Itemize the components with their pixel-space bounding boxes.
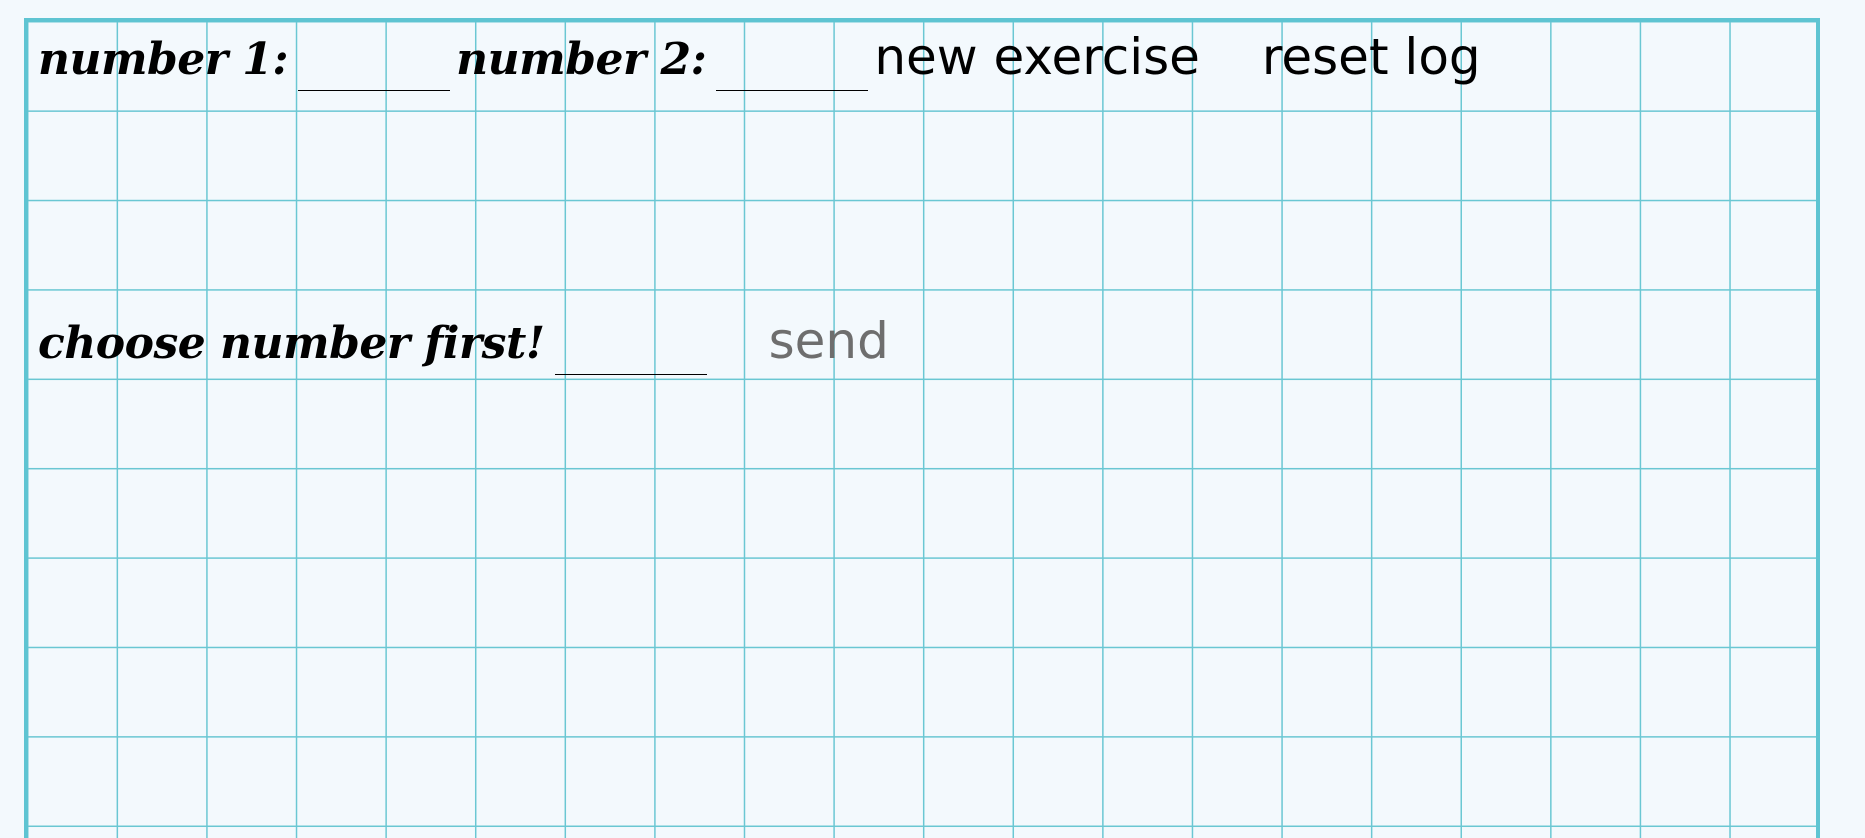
- send-button[interactable]: send: [769, 316, 889, 366]
- number2-label: number 2:: [456, 34, 707, 85]
- answer-prompt: choose number first!: [38, 318, 545, 369]
- answer-input[interactable]: [554, 333, 707, 375]
- controls-row: number 1: number 2: new exercise reset l…: [38, 32, 1481, 91]
- reset-log-button[interactable]: reset log: [1262, 32, 1481, 82]
- answer-row: choose number first! send: [38, 316, 889, 375]
- number2-input[interactable]: [716, 49, 869, 91]
- grid-sheet: number 1: number 2: new exercise reset l…: [24, 18, 1820, 838]
- number1-input[interactable]: [298, 49, 451, 91]
- new-exercise-button[interactable]: new exercise: [874, 32, 1200, 82]
- number1-label: number 1:: [38, 34, 289, 85]
